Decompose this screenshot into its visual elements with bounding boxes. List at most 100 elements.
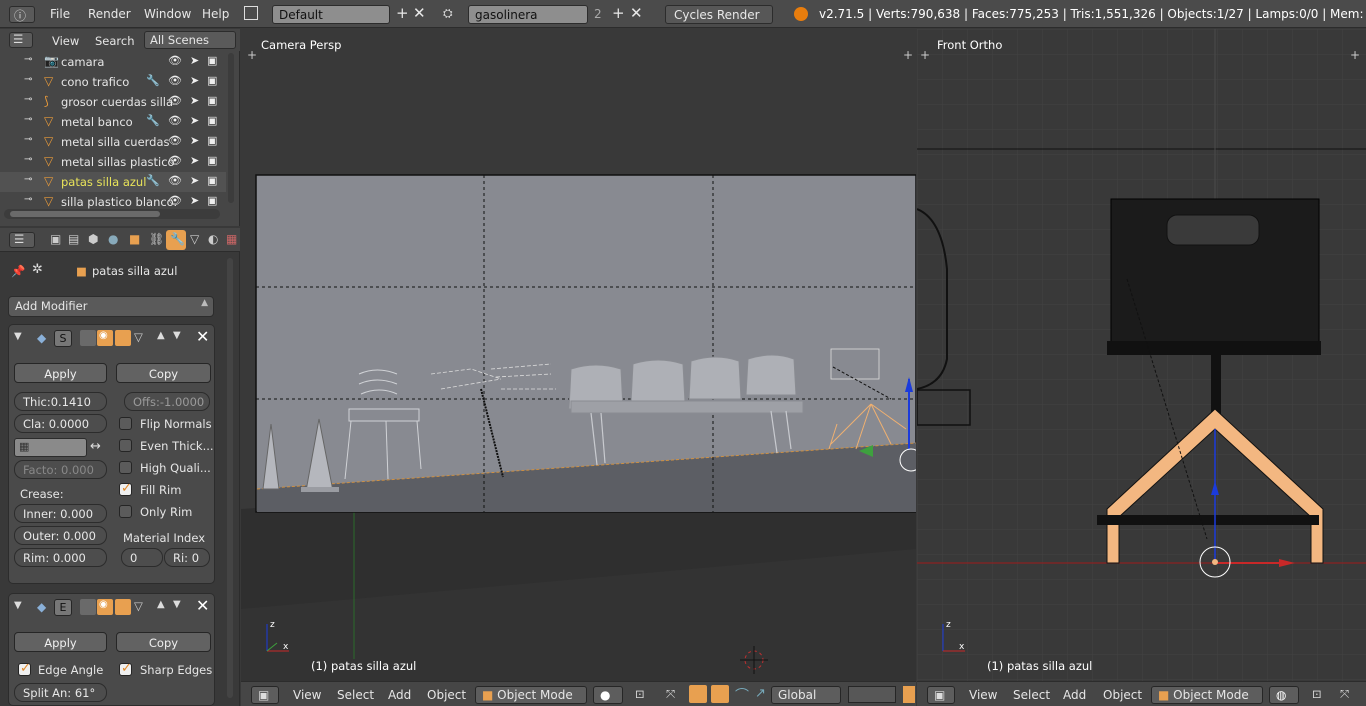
render-toggle-icon[interactable] <box>80 599 96 615</box>
thickness-field[interactable]: Thic:0.1410 <box>14 392 107 411</box>
outliner-item-label[interactable]: cono trafico <box>61 75 129 89</box>
outliner-item-label[interactable]: metal banco <box>61 115 133 129</box>
modifier-name-field[interactable]: S <box>54 330 72 347</box>
cage-toggle-icon[interactable]: ▽ <box>134 330 143 344</box>
layers-grid[interactable] <box>848 686 896 703</box>
editmode-toggle-icon[interactable] <box>115 599 131 615</box>
properties-scrollbar[interactable] <box>227 258 233 698</box>
crease-rim-field[interactable]: Rim: 0.000 <box>14 548 107 567</box>
flip-normals-checkbox[interactable] <box>119 417 132 430</box>
outliner-view-menu[interactable]: View <box>52 34 79 48</box>
layers-tab-icon[interactable]: ▤ <box>68 232 79 246</box>
outliner-hscrollbar[interactable] <box>4 209 220 219</box>
crease-outer-field[interactable]: Outer: 0.000 <box>14 526 107 545</box>
render-camera-icon[interactable]: ▣ <box>207 194 217 207</box>
viewport-toggle-icon[interactable]: ◉ <box>97 599 113 615</box>
editor-type-button[interactable]: ⓘ <box>9 6 35 23</box>
toolshelf-toggle-icon[interactable]: + <box>920 48 930 62</box>
material-rim-field[interactable]: Ri: 0 <box>164 548 210 567</box>
lock-layers-icon[interactable] <box>903 686 915 703</box>
collapse-arrow-icon[interactable]: ▼ <box>14 331 22 342</box>
modifier-name-field[interactable]: E <box>54 599 72 616</box>
render-tab-icon[interactable]: ▣ <box>50 232 61 246</box>
render-engine-select[interactable]: Cycles Render <box>665 5 773 24</box>
high-quality-checkbox[interactable] <box>119 461 132 474</box>
invert-vgroup-icon[interactable]: ↔ <box>90 439 101 454</box>
object-menu[interactable]: Object <box>1103 688 1142 702</box>
add-menu[interactable]: Add <box>388 688 411 702</box>
scene-tab-icon[interactable]: ⬢ <box>88 232 98 246</box>
outliner-item-label[interactable]: grosor cuerdas silla <box>61 95 173 109</box>
selectability-cursor-icon[interactable]: ➤ <box>190 154 199 167</box>
render-toggle-icon[interactable] <box>80 330 96 346</box>
move-up-icon[interactable]: ▲ <box>157 599 165 610</box>
visibility-eye-icon[interactable]: 👁 <box>168 54 182 67</box>
outliner-search-menu[interactable]: Search <box>95 34 135 48</box>
outliner-item-label[interactable]: metal silla cuerdas <box>61 135 170 149</box>
visibility-eye-icon[interactable]: 👁 <box>168 174 182 187</box>
visibility-eye-icon[interactable]: 👁 <box>168 114 182 127</box>
mode-select[interactable]: ■ Object Mode <box>1151 686 1263 704</box>
orientation-select[interactable]: Global <box>771 686 841 704</box>
shading-select[interactable]: ◍ <box>1269 686 1299 704</box>
expand-icon[interactable]: ⊸ <box>24 74 32 85</box>
even-thickness-checkbox[interactable] <box>119 439 132 452</box>
selectability-cursor-icon[interactable]: ➤ <box>190 54 199 67</box>
render-camera-icon[interactable]: ▣ <box>207 54 217 67</box>
outliner-row[interactable]: ⊸ ▽ metal silla cuerdas 👁 ➤ ▣ <box>0 132 226 152</box>
selectability-cursor-icon[interactable]: ➤ <box>190 174 199 187</box>
move-up-icon[interactable]: ▲ <box>157 330 165 341</box>
material-offset-field[interactable]: 0 <box>121 548 163 567</box>
shading-select[interactable]: ● <box>593 686 623 704</box>
constraints-tab-icon[interactable]: ⛓ <box>149 232 164 246</box>
expand-icon[interactable]: ⊸ <box>24 114 32 125</box>
outliner-row[interactable]: ⊸ ▽ cono trafico 🔧 👁 ➤ ▣ <box>0 72 226 92</box>
add-layout-button[interactable]: + <box>396 6 409 21</box>
properties-toggle-icon[interactable]: + <box>1350 48 1360 62</box>
expand-icon[interactable]: ⊸ <box>24 194 32 205</box>
expand-icon[interactable]: ⊸ <box>24 54 32 65</box>
selectability-cursor-icon[interactable]: ➤ <box>190 134 199 147</box>
add-menu[interactable]: Add <box>1063 688 1086 702</box>
properties-toggle-icon[interactable]: + <box>903 48 913 62</box>
screen-layout-icon[interactable] <box>244 6 258 20</box>
world-tab-icon[interactable]: ● <box>108 232 118 246</box>
editor-type-button[interactable]: ▣ <box>251 686 279 704</box>
data-tab-icon[interactable]: ▽ <box>190 232 199 246</box>
rotate-icon[interactable] <box>711 685 729 703</box>
copy-button[interactable]: Copy <box>116 632 211 652</box>
vertex-group-field[interactable]: ▦ <box>14 438 87 457</box>
toolshelf-toggle-icon[interactable]: + <box>247 48 257 62</box>
camera-viewport[interactable]: z x Camera Persp + + (1) patas silla azu… <box>241 29 916 681</box>
outliner-editor-type[interactable]: ☰ <box>9 32 33 48</box>
properties-editor-type[interactable]: ☰ <box>9 232 35 248</box>
front-ortho-viewport[interactable]: z x Front Ortho + + (1) patas silla azul <box>917 29 1366 681</box>
expand-icon[interactable]: ⊸ <box>24 154 32 165</box>
copy-button[interactable]: Copy <box>116 363 211 383</box>
edge-angle-checkbox[interactable] <box>18 661 31 676</box>
outliner-item-label[interactable]: silla plastico blanco. <box>61 195 177 209</box>
select-menu[interactable]: Select <box>337 688 374 702</box>
scale-icon[interactable]: ⌒ <box>735 685 749 705</box>
outliner-row[interactable]: ⊸ ▽ patas silla azul 🔧 👁 ➤ ▣ <box>0 172 226 192</box>
move-down-icon[interactable]: ▼ <box>173 330 181 341</box>
menu-render[interactable]: Render <box>88 7 131 21</box>
object-tab-icon[interactable]: ■ <box>129 232 140 246</box>
split-angle-field[interactable]: Split An: 61° <box>14 683 107 702</box>
offset-field[interactable]: Offs:-1.0000 <box>124 392 210 411</box>
selectability-cursor-icon[interactable]: ➤ <box>190 114 199 127</box>
outliner-row[interactable]: ⊸ ▽ metal sillas plastico 👁 ➤ ▣ <box>0 152 226 172</box>
collapse-arrow-icon[interactable]: ▼ <box>14 600 22 611</box>
editor-type-button[interactable]: ▣ <box>927 686 955 704</box>
visibility-eye-icon[interactable]: 👁 <box>168 94 182 107</box>
pivot-icon[interactable]: ⊡ <box>635 687 645 701</box>
selectability-cursor-icon[interactable]: ➤ <box>190 74 199 87</box>
crease-inner-field[interactable]: Inner: 0.000 <box>14 504 107 523</box>
close-layout-button[interactable]: ✕ <box>413 6 426 21</box>
sharp-edges-checkbox[interactable] <box>119 661 132 676</box>
outliner-vscrollbar[interactable] <box>228 53 234 203</box>
close-scene-button[interactable]: ✕ <box>630 6 643 21</box>
remove-modifier-icon[interactable]: ✕ <box>196 596 209 615</box>
cage-toggle-icon[interactable]: ▽ <box>134 599 143 613</box>
viewport-toggle-icon[interactable]: ◉ <box>97 330 113 346</box>
